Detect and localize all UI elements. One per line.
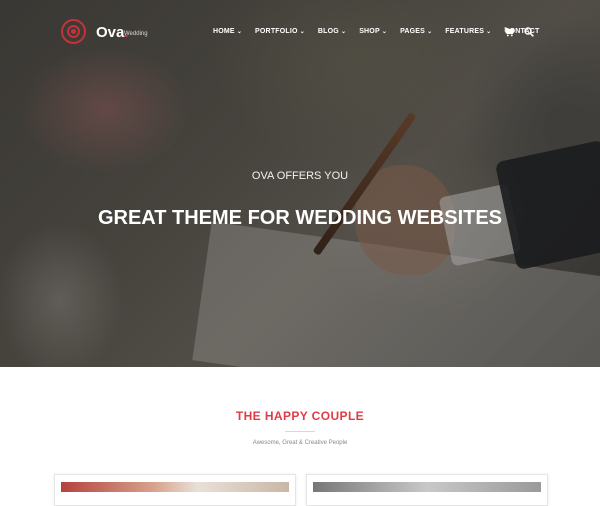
couple-photo	[313, 482, 541, 492]
chevron-down-icon: ⌄	[486, 29, 492, 35]
chevron-down-icon: ⌄	[381, 29, 388, 35]
nav-item-home[interactable]: HOME ⌄	[213, 28, 242, 35]
nav-item-blog[interactable]: BLOG ⌄	[318, 28, 346, 35]
search-icon[interactable]	[524, 27, 534, 37]
couple-photo	[61, 482, 289, 492]
nav-item-portfolio[interactable]: PORTFOLIO ⌄	[255, 28, 305, 35]
logo-tagline: Wedding	[124, 31, 148, 37]
couple-card-left[interactable]	[54, 474, 296, 506]
section-title: THE HAPPY COUPLE	[235, 409, 365, 423]
couple-card-right[interactable]	[306, 474, 548, 506]
cart-icon[interactable]	[504, 27, 514, 37]
main-menu: HOME ⌄ PORTFOLIO ⌄ BLOG ⌄ SHOP ⌄ PAGES ⌄ FEAT…	[213, 28, 552, 35]
chevron-down-icon: ⌄	[299, 29, 305, 35]
nav-item-features[interactable]: FEATURES ⌄	[445, 28, 491, 35]
section-subtitle: Awesome, Great & Creative People	[252, 440, 348, 446]
hero-photo-paper	[192, 221, 600, 367]
hero-title: GREAT THEME FOR WEDDING WEBSITES	[97, 207, 503, 229]
chevron-down-icon: ⌄	[236, 29, 243, 35]
top-navbar: Ova. Wedding HOME ⌄ PORTFOLIO ⌄ BLOG ⌄ SHOP…	[0, 0, 600, 65]
hero-photo-pen	[312, 112, 417, 256]
logo-icon[interactable]	[61, 19, 86, 44]
section-divider	[285, 431, 315, 432]
chevron-down-icon: ⌄	[427, 29, 433, 35]
hero-subtitle: OVA OFFERS YOU	[251, 170, 349, 182]
hero-photo-sleeve	[494, 139, 600, 271]
nav-item-pages[interactable]: PAGES ⌄	[400, 28, 432, 35]
nav-item-shop[interactable]: SHOP ⌄	[359, 28, 387, 35]
chevron-down-icon: ⌄	[340, 29, 347, 35]
